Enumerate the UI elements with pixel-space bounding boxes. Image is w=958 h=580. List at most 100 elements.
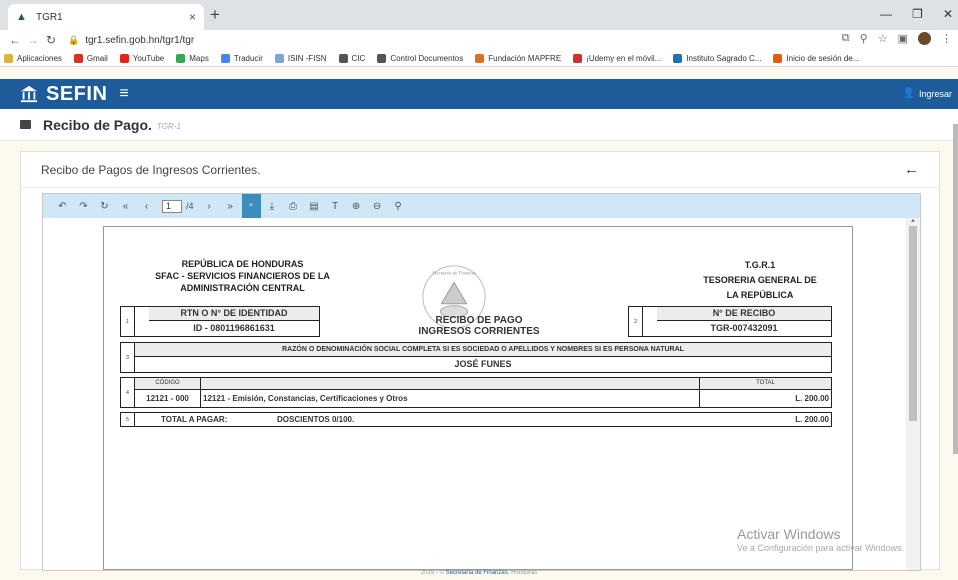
tab-favicon-icon: ▲ xyxy=(16,11,27,23)
receipt-page: REPÚBLICA DE HONDURAS SFAC - SERVICIOS F… xyxy=(103,226,853,570)
bookmark-label: Aplicaciones xyxy=(17,53,62,63)
lock-icon: 🔒 xyxy=(68,34,80,45)
close-window-icon[interactable]: ✕ xyxy=(943,7,953,21)
bookmark-item[interactable]: Inicio de sesión de... xyxy=(773,53,860,63)
prev-page-icon[interactable]: ‹ xyxy=(137,201,156,212)
treasury-line: TESORERIA GENERAL DE xyxy=(703,275,817,285)
reload-icon[interactable]: ↻ xyxy=(42,33,60,47)
minimize-icon[interactable]: — xyxy=(880,7,892,21)
bookmark-icon xyxy=(274,53,284,63)
zoom-fit-icon[interactable]: ⚲ xyxy=(389,201,408,212)
bookmark-label: Maps xyxy=(189,53,209,63)
bookmark-label: Control Documentos xyxy=(390,53,464,63)
next-page-icon[interactable]: › xyxy=(200,201,219,212)
receipt-number-box: 2 N° DE RECIBO TGR-007432091 xyxy=(628,306,832,337)
login-link[interactable]: 👤 Ingresar xyxy=(903,88,952,99)
brand-name: SEFIN xyxy=(46,82,108,105)
bookmark-label: Inicio de sesión de... xyxy=(786,53,860,63)
footer: 2019 - © Secretaría de Finanzas, Hondura… xyxy=(0,570,958,580)
browser-tab[interactable]: ▲ TGR1 × xyxy=(8,4,204,30)
bookmark-star-icon[interactable]: ☆ xyxy=(878,32,888,45)
new-tab-button[interactable]: + xyxy=(210,5,220,25)
bookmark-item[interactable]: ISIN -FISN xyxy=(274,53,327,63)
bookmark-label: CIC xyxy=(351,53,366,63)
issuer-line: REPÚBLICA DE HONDURAS xyxy=(181,259,304,269)
bookmark-label: Traducir xyxy=(233,53,263,63)
maximize-icon[interactable]: ❐ xyxy=(912,7,923,21)
profile-avatar[interactable] xyxy=(918,32,931,45)
treasury-line: LA REPÚBLICA xyxy=(726,290,794,300)
menu-dots-icon[interactable]: ⋮ xyxy=(941,32,952,45)
bookmark-item[interactable]: YouTube xyxy=(119,53,164,63)
issuer-line: ADMINISTRACIÓN CENTRAL xyxy=(180,283,305,293)
print-icon[interactable]: ⎙ xyxy=(284,201,303,212)
concept-description: 12121 - Emisión, Constancias, Certificac… xyxy=(203,394,408,403)
page-code: TGR-1 xyxy=(156,121,181,131)
identity-box: 1 RTN O N° DE IDENTIDAD ID - 08011968616… xyxy=(120,306,320,337)
bookmark-item[interactable]: Instituto Sagrado C... xyxy=(673,53,761,63)
hamburger-menu-icon[interactable]: ≡ xyxy=(119,85,128,103)
field-number: 3 xyxy=(121,343,135,372)
bookmark-icon xyxy=(4,53,13,63)
bookmark-item[interactable]: Gmail xyxy=(73,53,108,63)
bookmark-item[interactable]: CIC xyxy=(338,53,366,63)
forward-icon[interactable]: → xyxy=(24,33,42,47)
toggle-view-icon[interactable]: ▫ xyxy=(241,194,261,218)
concept-code: 12121 - 000 xyxy=(135,390,201,407)
concept-amount: L. 200.00 xyxy=(699,390,829,407)
bookmark-icon xyxy=(377,53,387,63)
redo-icon[interactable]: ↷ xyxy=(74,201,93,212)
refresh-icon[interactable]: ↻ xyxy=(95,201,114,212)
bookmark-icon xyxy=(176,53,186,63)
bookmark-item[interactable]: Fundación MAPFRE xyxy=(475,53,561,63)
total-column-header: TOTAL xyxy=(699,378,831,390)
receipt-card: Recibo de Pagos de Ingresos Corrientes. … xyxy=(20,151,940,571)
page-scrollbar[interactable] xyxy=(953,124,958,454)
viewer-body: REPÚBLICA DE HONDURAS SFAC - SERVICIOS F… xyxy=(43,218,920,570)
tab-close-icon[interactable]: × xyxy=(189,10,196,24)
extension-icon[interactable]: ▣ xyxy=(898,32,908,45)
identity-value: ID - 0801196861631 xyxy=(193,323,275,333)
zoom-out-icon[interactable]: ⊖ xyxy=(368,201,387,212)
scroll-up-icon[interactable]: ▲ xyxy=(910,218,916,224)
bookmark-icon xyxy=(338,53,348,63)
treasury-header: T.G.R.1 TESORERIA GENERAL DE LA REPÚBLIC… xyxy=(690,258,830,303)
page-number-input[interactable]: 1 xyxy=(162,199,182,213)
first-page-icon[interactable]: « xyxy=(116,201,135,212)
taxpayer-name-label: RAZÓN O DENOMINACIÓN SOCIAL COMPLETA SI … xyxy=(135,343,831,357)
receipt-title: RECIBO DE PAGO INGRESOS CORRIENTES xyxy=(404,315,554,337)
last-page-icon[interactable]: » xyxy=(221,201,240,212)
viewer-scrollbar[interactable]: ▲ xyxy=(906,218,920,570)
browser-tabstrip: ▲ TGR1 × + — ❐ ✕ xyxy=(0,0,958,30)
translate-icon[interactable]: ⧉ xyxy=(842,32,850,45)
login-label: Ingresar xyxy=(918,88,952,99)
zoom-in-icon[interactable]: ⊕ xyxy=(347,201,366,212)
bookmark-icon xyxy=(220,53,230,63)
export-icon[interactable]: ⤓ xyxy=(263,201,282,212)
bookmark-item[interactable]: ¡Udemy en el móvil... xyxy=(573,53,661,63)
find-icon[interactable]: T xyxy=(326,201,345,212)
total-words: DOSCIENTOS 0/100. xyxy=(277,415,355,424)
brand[interactable]: SEFIN xyxy=(20,83,107,106)
bookmark-item[interactable]: Aplicaciones xyxy=(4,53,62,63)
zoom-icon[interactable]: ⚲ xyxy=(860,32,868,45)
taxpayer-name-box: 3 RAZÓN O DENOMINACIÓN SOCIAL COMPLETA S… xyxy=(120,342,832,373)
page-title: Recibo de Pago. xyxy=(43,116,152,133)
scrollbar-thumb[interactable] xyxy=(909,226,917,421)
total-box: 5 TOTAL A PAGAR: DOSCIENTOS 0/100. L. 20… xyxy=(120,412,832,427)
back-icon[interactable]: ← xyxy=(6,33,24,47)
url-field[interactable]: tgr1.sefin.gob.hn/tgr1/tgr xyxy=(85,35,194,46)
back-arrow-icon[interactable]: ← xyxy=(904,161,919,178)
document-view-icon[interactable]: ▤ xyxy=(305,201,324,212)
bookmark-item[interactable]: Maps xyxy=(176,53,209,63)
undo-icon[interactable]: ↶ xyxy=(53,201,72,212)
footer-link[interactable]: Secretaría de Finanzas xyxy=(446,570,508,576)
receipt-title-line1: RECIBO DE PAGO xyxy=(435,315,523,326)
bookmark-item[interactable]: Control Documentos xyxy=(377,53,464,63)
app-header: SEFIN ≡ 👤 Ingresar xyxy=(0,79,958,109)
card-header: Recibo de Pagos de Ingresos Corrientes. … xyxy=(21,152,939,188)
total-amount: L. 200.00 xyxy=(795,415,829,424)
bookmark-item[interactable]: Traducir xyxy=(220,53,263,63)
issuer-header: REPÚBLICA DE HONDURAS SFAC - SERVICIOS F… xyxy=(140,258,345,294)
bookmark-icon xyxy=(773,53,783,63)
